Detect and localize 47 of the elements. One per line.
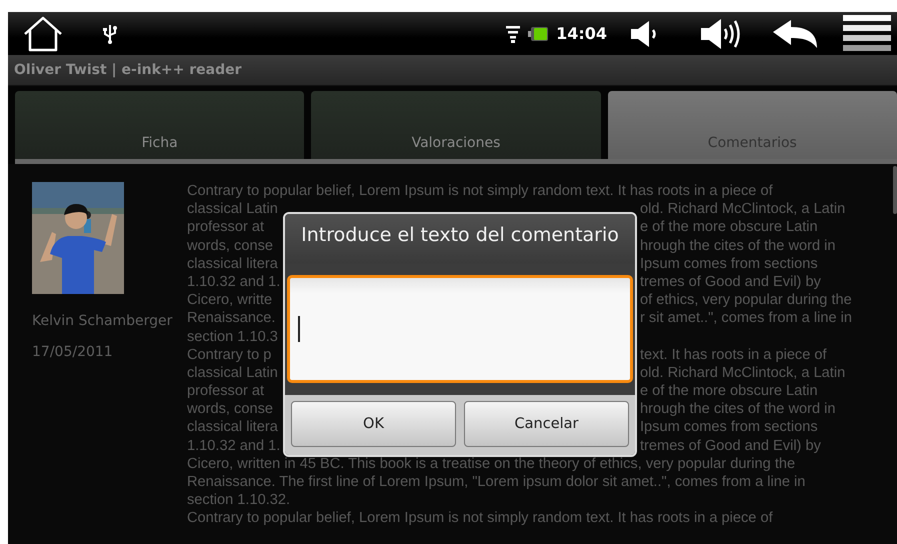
comment-text: hrough the cites of the word in (640, 236, 836, 255)
back-icon[interactable] (771, 18, 819, 48)
comment-text: tremes of Good and Evil) by (640, 272, 821, 292)
menu-icon[interactable] (843, 14, 891, 52)
comment-text: words, conse (187, 236, 273, 255)
home-icon[interactable] (22, 16, 64, 52)
comment-text: Contrary to popular belief, Lorem Ipsum is not simply random text. It has roots in a piece of (187, 182, 773, 200)
comment-text: Cicero, writte (187, 291, 272, 310)
comment-text: Contrary to p (187, 346, 272, 364)
battery-icon (528, 26, 548, 40)
comment-text: text. It has roots in a piece of (640, 346, 827, 364)
comment-text: old. Richard McClintock, a Latin (640, 364, 846, 382)
clock-time: 14:04 (556, 24, 607, 43)
comment-text: Ipsum comes from sections (640, 254, 818, 273)
comment-text: Ipsum comes from sections (640, 418, 818, 437)
comment-text: Renaissance. (187, 309, 276, 328)
comment-text: Renaissance. The first line of Lorem Ipsum, "Lorem ipsum dolor sit amet..", comes from a line in (187, 473, 806, 492)
comment-date: 17/05/2011 (32, 344, 114, 360)
comment-text: professor at (187, 218, 264, 237)
comment-text: classical Latin (187, 364, 278, 382)
comment-text: 1.10.32 and 1. (187, 436, 280, 455)
dialog-button[interactable]: Cancelar (464, 401, 629, 447)
comment-text: tremes of Good and Evil) by (640, 436, 821, 455)
comment-text: professor at (187, 382, 264, 400)
dialog-button[interactable]: OK (291, 401, 456, 447)
tab[interactable]: Valoraciones (311, 91, 601, 159)
comment-input-field[interactable] (287, 275, 633, 383)
comment-text: e of the more obscure Latin (640, 382, 818, 400)
comment-text: words, conse (187, 400, 273, 418)
comment-text: Contrary to popular belief, Lorem Ipsum is not simply random text. It has roots in a piece of (187, 509, 773, 528)
comment-text: classical litera (187, 418, 278, 437)
comment-text: classical litera (187, 254, 278, 273)
app-title: Oliver Twist | e-ink++ reader (14, 62, 242, 78)
tab[interactable]: Ficha (15, 91, 304, 159)
comment-text: e of the more obscure Latin (640, 218, 818, 237)
comment-text: of ethics, very popular during the (640, 291, 852, 310)
wifi-icon (506, 24, 520, 44)
comment-text: old. Richard McClintock, a Latin (640, 200, 846, 218)
comment-text: section 1.10.32. (187, 491, 290, 510)
comment-text: 1.10.32 and 1. (187, 272, 280, 292)
comment-text: Cicero, written in 45 BC. This book is a treatise on the theory of ethics, very popular during the (187, 454, 796, 474)
comment-text: r sit amet..", comes from a line in (640, 309, 852, 328)
comment-text: section 1.10.3 (187, 328, 278, 346)
usb-icon (102, 24, 118, 44)
comment-text: classical Latin (187, 200, 278, 218)
author-name: Kelvin Schamberger (32, 313, 174, 329)
comment-text: hrough the cites of the word in (640, 400, 836, 418)
